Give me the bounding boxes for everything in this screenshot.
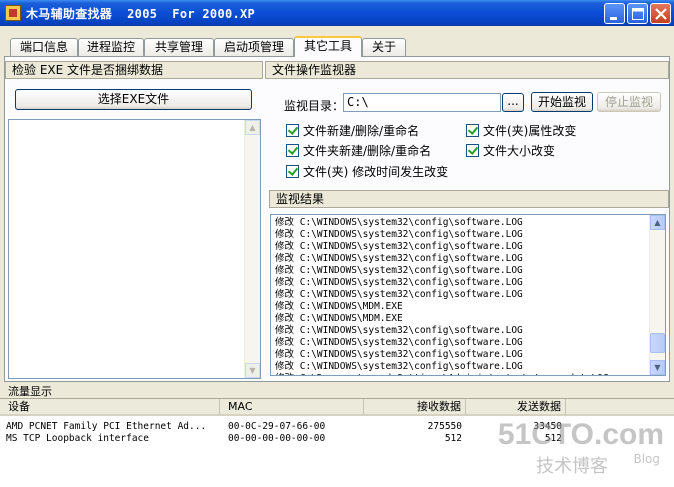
column-header-mac[interactable]: MAC	[220, 399, 364, 416]
tab-about[interactable]: 关于	[362, 38, 406, 56]
result-line[interactable]: 修改 C:\WINDOWS\system32\config\software.L…	[275, 289, 609, 301]
window-title: 木马辅助查找器 2005 For 2000.XP	[26, 7, 256, 21]
scroll-up-icon[interactable]: ▲	[245, 120, 260, 135]
stop-monitor-button[interactable]: 停止监视	[597, 92, 661, 112]
results-header: 监视结果	[269, 190, 669, 208]
checkbox-icon[interactable]	[466, 144, 479, 157]
tab-startup-manager[interactable]: 启动项管理	[214, 38, 294, 56]
select-exe-button[interactable]: 选择EXE文件	[15, 89, 252, 110]
tab-share-manager[interactable]: 共享管理	[144, 38, 214, 56]
result-line[interactable]: 修改 C:\WINDOWS\system32\config\software.L…	[275, 277, 609, 289]
result-line[interactable]: 修改 C:\WINDOWS\system32\config\software.L…	[275, 325, 609, 337]
results-scrollbar[interactable]: ▲ ▼	[649, 215, 665, 375]
result-line[interactable]: 修改 C:\WINDOWS\MDM.EXE	[275, 313, 609, 325]
option-attribute-change[interactable]: 文件(夹)属性改变	[466, 124, 576, 138]
scroll-up-icon[interactable]: ▲	[650, 215, 665, 230]
exe-check-header: 检验 EXE 文件是否捆绑数据	[5, 61, 263, 79]
monitor-dir-input[interactable]: C:\	[343, 93, 501, 112]
title-bar[interactable]: 木马辅助查找器 2005 For 2000.XP	[0, 0, 674, 26]
exe-result-list[interactable]: ▲ ▼	[8, 119, 261, 379]
tab-process-monitor[interactable]: 进程监控	[78, 38, 144, 56]
column-header-sent[interactable]: 发送数据	[466, 399, 566, 416]
column-header-device[interactable]: 设备	[0, 399, 220, 416]
result-line[interactable]: 修改 C:\WINDOWS\system32\config\software.L…	[275, 229, 609, 241]
result-line[interactable]: 修改 C:\WINDOWS\system32\config\software.L…	[275, 361, 609, 373]
app-icon	[5, 5, 21, 21]
option-folder-create-delete-rename[interactable]: 文件夹新建/删除/重命名	[286, 144, 431, 158]
minimize-icon	[610, 17, 617, 20]
column-header-filler	[566, 399, 674, 416]
minimize-button[interactable]	[604, 3, 625, 24]
scroll-thumb[interactable]	[650, 333, 665, 353]
checkbox-icon[interactable]	[286, 165, 299, 178]
result-line[interactable]: 修改 C:\WINDOWS\system32\config\software.L…	[275, 217, 609, 229]
option-modify-time-change[interactable]: 文件(夹) 修改时间发生改变	[286, 165, 448, 179]
watermark-blog-cn: 技术博客	[536, 456, 608, 476]
result-line[interactable]: 修改 C:\WINDOWS\system32\config\software.L…	[275, 349, 609, 361]
close-button[interactable]	[650, 3, 671, 24]
file-monitor-header: 文件操作监视器	[265, 61, 669, 79]
close-icon	[655, 8, 667, 20]
browse-button[interactable]: ...	[502, 93, 524, 112]
traffic-title: 流量显示	[8, 385, 52, 398]
checkbox-icon[interactable]	[286, 124, 299, 137]
scroll-down-icon[interactable]: ▼	[245, 363, 260, 378]
result-line[interactable]: 修改 C:\WINDOWS\MDM.EXE	[275, 301, 609, 313]
watermark-blog: Blog	[633, 452, 660, 466]
option-file-create-delete-rename[interactable]: 文件新建/删除/重命名	[286, 124, 419, 138]
scroll-down-icon[interactable]: ▼	[650, 360, 665, 375]
watermark-site: 51CTO.com	[497, 418, 664, 451]
result-line[interactable]: 修改 C:\WINDOWS\system32\config\software.L…	[275, 241, 609, 253]
exe-list-scrollbar[interactable]: ▲ ▼	[244, 120, 260, 378]
row-1-device: AMD PCNET Family PCI Ethernet Ad...	[6, 421, 207, 432]
row-2-mac: 00-00-00-00-00-00	[228, 433, 326, 444]
result-line[interactable]: 修改 C:\WINDOWS\system32\config\software.L…	[275, 253, 609, 265]
checkbox-icon[interactable]	[286, 144, 299, 157]
tab-other-tools[interactable]: 其它工具	[294, 36, 362, 57]
result-line[interactable]: 修改 C:\Documents and Settings\Administrat…	[275, 373, 609, 375]
row-1-mac: 00-0C-29-07-66-00	[228, 421, 326, 432]
option-size-change[interactable]: 文件大小改变	[466, 144, 555, 158]
row-2-device: MS TCP Loopback interface	[6, 433, 149, 444]
results-lines: 修改 C:\WINDOWS\system32\config\software.L…	[275, 217, 609, 375]
monitor-dir-label: 监视目录：	[284, 99, 345, 113]
column-header-received[interactable]: 接收数据	[364, 399, 466, 416]
checkbox-icon[interactable]	[466, 124, 479, 137]
result-line[interactable]: 修改 C:\WINDOWS\system32\config\software.L…	[275, 337, 609, 349]
monitor-results-list[interactable]: 修改 C:\WINDOWS\system32\config\software.L…	[270, 214, 666, 376]
tab-port-info[interactable]: 端口信息	[10, 38, 78, 56]
maximize-button[interactable]	[627, 3, 648, 24]
row-2-received: 512	[444, 433, 462, 444]
result-line[interactable]: 修改 C:\WINDOWS\system32\config\software.L…	[275, 265, 609, 277]
maximize-icon	[632, 8, 644, 20]
start-monitor-button[interactable]: 开始监视	[531, 92, 593, 112]
row-1-received: 275550	[427, 421, 462, 432]
